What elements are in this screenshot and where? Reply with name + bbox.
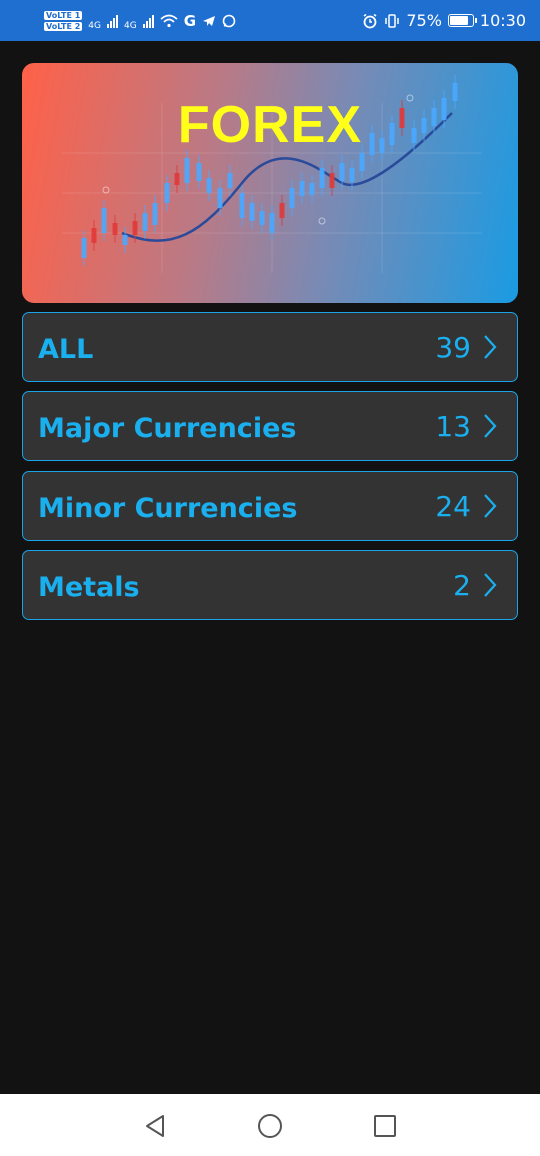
category-major-currencies[interactable]: Major Currencies 13 [22, 391, 518, 461]
candle-body [279, 203, 285, 218]
category-meta: 2 [453, 569, 497, 602]
clock: 10:30 [479, 11, 526, 30]
category-count: 39 [435, 330, 471, 364]
candle-body [206, 178, 212, 193]
status-bar: VoLTE 1 VoLTE 2 4G 4G G 75% 10:30 [0, 0, 540, 41]
candle-body [259, 211, 265, 225]
signal-1-icon [107, 14, 118, 28]
candle-body [239, 193, 245, 218]
candle-body [196, 163, 202, 181]
candle-body [184, 158, 190, 183]
status-left: VoLTE 1 VoLTE 2 4G 4G G [44, 10, 236, 31]
battery-percent: 75% [406, 11, 442, 30]
candle-body [289, 188, 295, 208]
candle-body [359, 153, 365, 171]
category-meta: 24 [435, 490, 497, 523]
telegram-icon [203, 15, 216, 26]
whatsapp-icon [222, 14, 236, 27]
candle-body [299, 181, 305, 196]
chevron-right-icon [484, 414, 497, 438]
category-label: ALL [38, 333, 94, 365]
candle-body [142, 213, 148, 231]
candle-body [349, 168, 355, 182]
category-label: Minor Currencies [38, 492, 298, 524]
candle-body [309, 183, 315, 195]
vibrate-icon [385, 13, 400, 28]
alarm-icon [363, 13, 377, 28]
category-metals[interactable]: Metals 2 [22, 550, 518, 620]
candle-body [122, 235, 128, 245]
category-count: 24 [435, 489, 471, 523]
candle-body [112, 223, 118, 235]
candle-body [217, 188, 223, 208]
battery-icon [447, 14, 477, 27]
google-g-icon: G [183, 11, 197, 30]
network-2-label: 4G [124, 20, 137, 31]
candle-body [319, 168, 325, 188]
category-count: 2 [453, 568, 471, 602]
chevron-right-icon [484, 494, 497, 518]
candle-body [269, 213, 275, 233]
candle-body [132, 221, 138, 235]
system-nav-bar [0, 1094, 540, 1156]
candle-body [152, 203, 158, 225]
volte-icon: VoLTE 1 VoLTE 2 [44, 10, 83, 31]
chevron-right-icon [484, 335, 497, 359]
candle-body [329, 173, 335, 188]
back-triangle-icon[interactable] [141, 1112, 169, 1140]
candle-body [164, 183, 170, 203]
network-1-label: 4G [88, 20, 101, 31]
recents-square-icon[interactable] [371, 1112, 399, 1140]
volte-1-label: VoLTE 1 [44, 10, 83, 20]
category-label: Metals [38, 571, 140, 603]
candle-body [91, 228, 97, 243]
status-right: 75% 10:30 [362, 11, 526, 30]
wifi-icon [160, 14, 178, 27]
candle-body [249, 203, 255, 221]
candle-body [174, 173, 180, 185]
category-meta: 39 [435, 331, 497, 364]
banner-title: FOREX [177, 96, 363, 154]
category-meta: 13 [435, 410, 497, 443]
category-count: 13 [435, 409, 471, 443]
signal-2-icon [142, 14, 154, 28]
category-minor-currencies[interactable]: Minor Currencies 24 [22, 471, 518, 541]
category-all[interactable]: ALL 39 [22, 312, 518, 382]
forex-banner: FOREX [22, 63, 518, 303]
chevron-right-icon [484, 573, 497, 597]
home-circle-icon[interactable] [256, 1112, 284, 1140]
candle-body [339, 163, 345, 181]
candle-body [227, 173, 233, 188]
category-label: Major Currencies [38, 412, 297, 444]
candle-body [81, 238, 87, 258]
candle-body [101, 208, 107, 233]
volte-2-label: VoLTE 2 [44, 21, 83, 31]
